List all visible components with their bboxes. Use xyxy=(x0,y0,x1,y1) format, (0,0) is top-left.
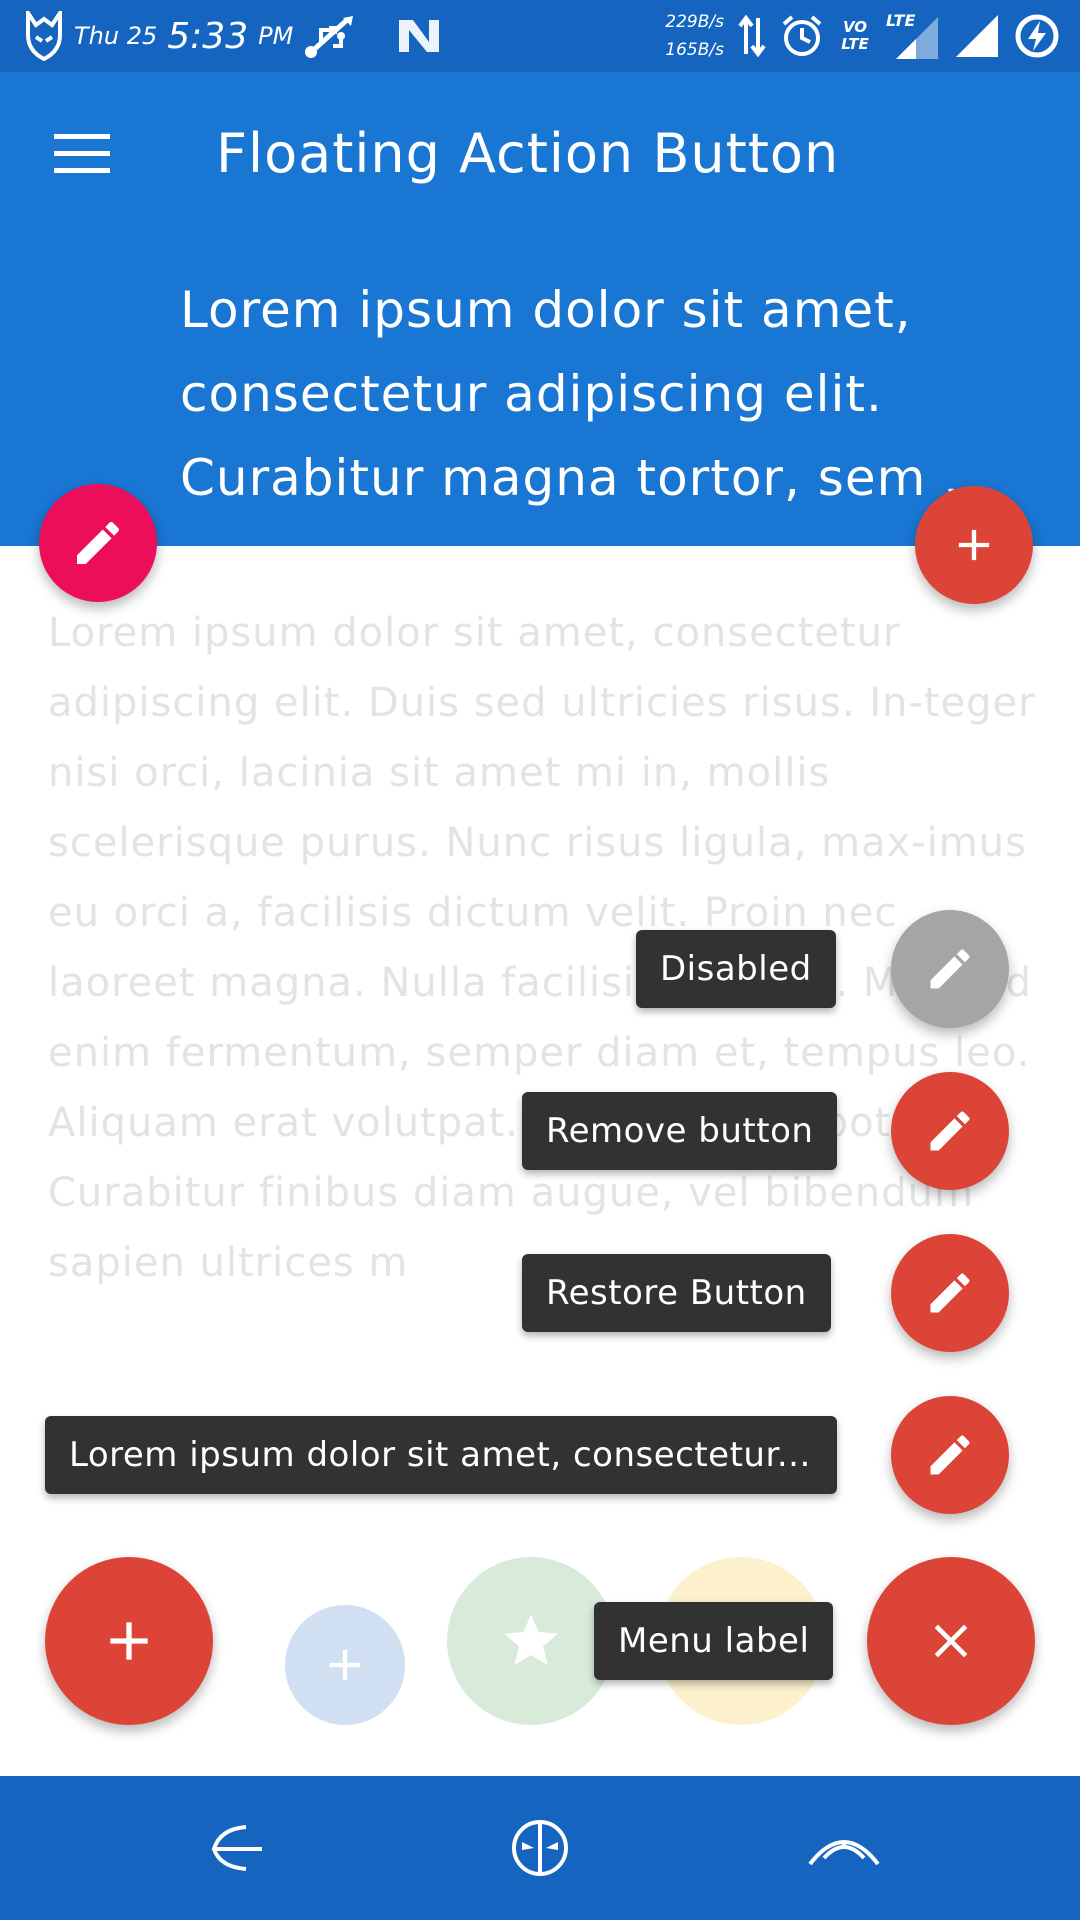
status-ampm: PM xyxy=(258,22,294,50)
pencil-icon xyxy=(930,1111,970,1151)
signal-icon xyxy=(954,13,1000,59)
add-fab-bottom-left[interactable] xyxy=(45,1557,213,1725)
home-icon xyxy=(512,1820,568,1876)
header-text: Lorem ipsum dolor sit amet, consectetur … xyxy=(180,268,1040,520)
back-button[interactable] xyxy=(156,1776,316,1920)
fab-menu-item-disabled xyxy=(891,910,1009,1028)
home-button[interactable] xyxy=(460,1776,620,1920)
pencil-icon xyxy=(77,521,120,564)
header-line: Curabitur magna tortor, sem ... xyxy=(180,449,994,507)
speed-up: 229B/s xyxy=(665,12,724,32)
page-title: Floating Action Button xyxy=(216,122,840,185)
fab-menu-label-remove: Remove button xyxy=(522,1092,838,1170)
lte-signal-icon: LTE xyxy=(886,11,940,61)
navigation-bar xyxy=(0,1776,1080,1920)
add-fab-right[interactable] xyxy=(915,486,1033,604)
fab-menu-item-restore-button[interactable] xyxy=(891,1234,1009,1352)
fab-menu-label-disabled: Disabled xyxy=(636,930,836,1008)
app-bar: Floating Action Button Lorem ipsum dolor… xyxy=(0,72,1080,546)
fab-menu-label-lorem: Lorem ipsum dolor sit amet, consectetur.… xyxy=(45,1416,837,1494)
status-bar: Thu 25 5:33 PM 229B/s 165B/s VO LTE LTE xyxy=(0,0,1080,72)
status-day: Thu 25 xyxy=(74,22,158,50)
status-time: 5:33 xyxy=(167,15,249,57)
fab-menu-item-remove-button[interactable] xyxy=(891,1072,1009,1190)
pencil-icon xyxy=(930,1435,970,1475)
network-speed: 229B/s 165B/s xyxy=(665,8,724,64)
fab-menu-label-restore: Restore Button xyxy=(522,1254,831,1332)
app-logo-icon xyxy=(24,11,64,61)
header-line: Lorem ipsum dolor sit amet, xyxy=(180,281,912,339)
edit-fab-left[interactable] xyxy=(39,484,157,602)
status-bar-left: Thu 25 5:33 PM xyxy=(24,0,443,72)
fab-menu-toggle-button[interactable] xyxy=(867,1557,1035,1725)
plus-icon xyxy=(110,1622,148,1660)
close-icon xyxy=(934,1624,968,1658)
recents-icon xyxy=(808,1840,880,1866)
alarm-icon xyxy=(780,14,824,58)
plus-icon xyxy=(329,1649,361,1681)
battery-charging-icon xyxy=(1014,13,1060,59)
star-fab[interactable] xyxy=(447,1557,615,1725)
star-icon xyxy=(504,1614,558,1665)
status-bar-right: 229B/s 165B/s VO LTE LTE xyxy=(665,0,1060,72)
header-line: consectetur adipiscing elit. xyxy=(180,365,883,423)
recents-button[interactable] xyxy=(764,1776,924,1920)
data-arrows-icon xyxy=(738,14,766,58)
fab-menu-item-lorem[interactable] xyxy=(891,1396,1009,1514)
usb-icon xyxy=(303,14,355,58)
body-paragraph: Lorem ipsum dolor sit amet, consectetur … xyxy=(48,610,1036,1286)
volte-icon: VO LTE xyxy=(838,19,872,53)
menu-label: Menu label xyxy=(594,1602,834,1680)
n-icon xyxy=(395,16,443,56)
pencil-icon xyxy=(930,1273,970,1313)
back-icon xyxy=(211,1825,262,1871)
speed-down: 165B/s xyxy=(665,40,724,60)
menu-icon[interactable] xyxy=(54,134,114,180)
volte-label: VO LTE xyxy=(841,18,869,53)
plus-icon xyxy=(958,529,990,561)
add-fab-mini[interactable] xyxy=(285,1605,405,1725)
pencil-icon xyxy=(930,949,970,989)
